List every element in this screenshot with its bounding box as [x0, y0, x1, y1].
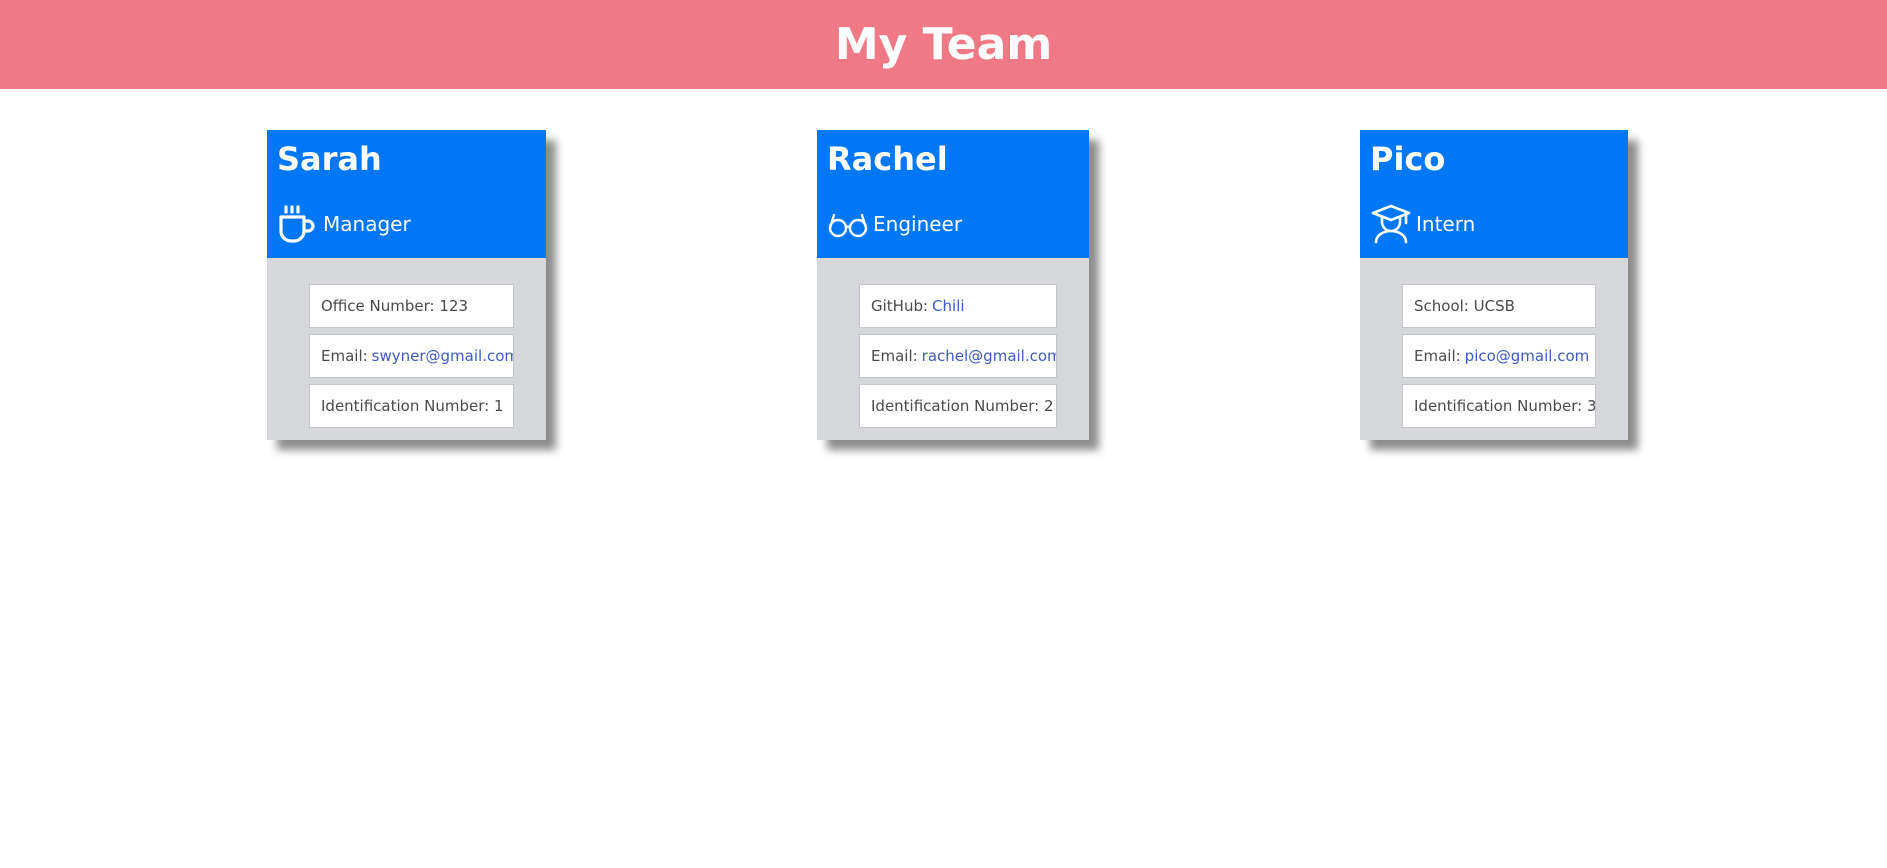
team-member-card-intern: Pico Intern School: UCSB Email: pico@gmai…: [1360, 130, 1628, 440]
github-item: GitHub: Chili: [859, 284, 1057, 328]
office-number-label: Office Number:: [321, 297, 435, 315]
github-label: GitHub:: [871, 297, 929, 315]
email-label: Email:: [321, 347, 368, 365]
page-title: My Team: [834, 19, 1053, 70]
email-item: Email: swyner@gmail.com: [309, 334, 514, 378]
email-label: Email:: [871, 347, 918, 365]
member-role: Engineer: [827, 203, 962, 245]
email-link[interactable]: pico@gmail.com: [1465, 347, 1590, 365]
team-member-card-manager: Sarah Manager Office Number: 123 Email: s…: [267, 130, 546, 440]
coffee-cup-icon: [277, 203, 319, 245]
email-item: Email: pico@gmail.com: [1402, 334, 1596, 378]
member-role: Intern: [1370, 203, 1475, 245]
member-role: Manager: [277, 203, 411, 245]
id-number-label: Identification Number:: [321, 397, 490, 415]
id-number-value: 1: [493, 397, 504, 415]
github-link[interactable]: Chili: [932, 297, 964, 315]
role-label: Manager: [323, 212, 411, 236]
member-name: Pico: [1370, 140, 1446, 178]
id-number-item: Identification Number: 2: [859, 384, 1057, 428]
id-number-item: Identification Number: 1: [309, 384, 514, 428]
id-number-label: Identification Number:: [871, 397, 1040, 415]
id-number-value: 2: [1043, 397, 1054, 415]
team-member-card-engineer: Rachel Engineer GitHub: Chili Email: rache…: [817, 130, 1089, 440]
email-link[interactable]: rachel@gmail.com: [922, 347, 1056, 365]
id-number-value: 3: [1586, 397, 1596, 415]
office-number-item: Office Number: 123: [309, 284, 514, 328]
card-header: Sarah Manager: [267, 130, 546, 258]
school-label: School:: [1414, 297, 1469, 315]
graduate-icon: [1370, 203, 1412, 245]
card-header: Rachel Engineer: [817, 130, 1089, 258]
member-name: Rachel: [827, 140, 948, 178]
glasses-icon: [827, 203, 869, 245]
role-label: Intern: [1416, 212, 1476, 236]
id-number-item: Identification Number: 3: [1402, 384, 1596, 428]
id-number-label: Identification Number:: [1414, 397, 1583, 415]
email-link[interactable]: swyner@gmail.com: [372, 347, 513, 365]
email-label: Email:: [1414, 347, 1461, 365]
page-header: My Team: [0, 0, 1887, 89]
school-value: UCSB: [1473, 297, 1515, 315]
role-label: Engineer: [873, 212, 963, 236]
email-item: Email: rachel@gmail.com: [859, 334, 1057, 378]
school-item: School: UCSB: [1402, 284, 1596, 328]
member-name: Sarah: [277, 140, 382, 178]
card-header: Pico Intern: [1360, 130, 1628, 258]
office-number-value: 123: [439, 297, 469, 315]
